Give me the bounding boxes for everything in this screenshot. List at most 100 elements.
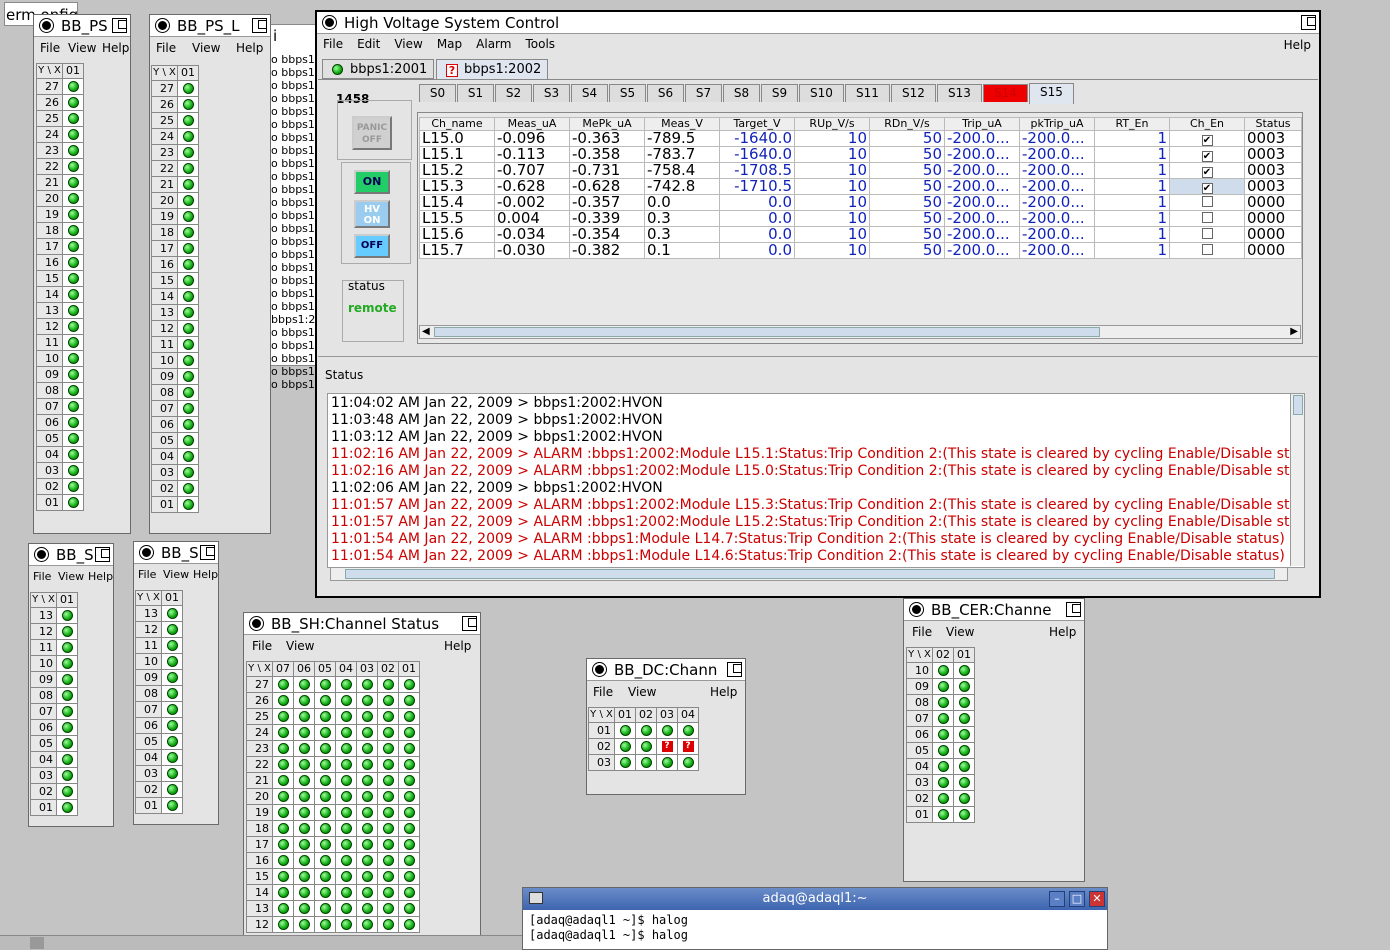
grid-cell[interactable] [293, 836, 315, 853]
status-ok-icon[interactable] [340, 679, 352, 690]
grid-cell[interactable] [335, 756, 357, 773]
grid-cell[interactable] [398, 868, 420, 885]
title-bar[interactable]: BB_CER:Channe [904, 599, 1084, 621]
grid-cell[interactable] [356, 852, 378, 869]
grid-cell[interactable] [677, 754, 699, 771]
grid-cell[interactable] [356, 868, 378, 885]
tab-slot-s10[interactable]: S10 [799, 84, 844, 102]
title-bar[interactable]: BB_PS [34, 15, 130, 37]
status-ok-icon[interactable] [61, 722, 73, 733]
status-ok-icon[interactable] [382, 791, 394, 802]
status-ok-icon[interactable] [937, 713, 949, 724]
menu-view[interactable]: View [628, 685, 656, 699]
cell-target[interactable]: 0.0 [719, 210, 795, 227]
status-ok-icon[interactable] [958, 793, 970, 804]
grid-cell[interactable] [177, 96, 199, 113]
status-ok-icon[interactable] [166, 672, 178, 683]
status-ok-icon[interactable] [166, 800, 178, 811]
channel-enable-checkbox[interactable]: ✔ [1201, 183, 1213, 194]
grid-cell[interactable] [177, 464, 199, 481]
status-ok-icon[interactable] [67, 257, 79, 268]
status-ok-icon[interactable] [61, 610, 73, 621]
status-ok-icon[interactable] [403, 791, 415, 802]
status-ok-icon[interactable] [182, 387, 194, 398]
grid-cell[interactable] [272, 724, 294, 741]
menu-help[interactable]: Help [1284, 38, 1311, 52]
status-ok-icon[interactable] [640, 725, 652, 736]
status-ok-icon[interactable] [937, 729, 949, 740]
scroll-thumb[interactable] [434, 327, 1100, 337]
status-ok-icon[interactable] [319, 807, 331, 818]
status-ok-icon[interactable] [298, 887, 310, 898]
status-ok-icon[interactable] [382, 903, 394, 914]
grid-cell[interactable] [614, 738, 636, 755]
status-ok-icon[interactable] [958, 681, 970, 692]
status-ok-icon[interactable] [319, 839, 331, 850]
cell-rup[interactable]: 10 [794, 210, 870, 227]
grid-cell[interactable] [62, 270, 84, 287]
status-ok-icon[interactable] [61, 690, 73, 701]
status-ok-icon[interactable] [382, 775, 394, 786]
grid-cell[interactable] [293, 740, 315, 757]
column-header[interactable]: MePk_uA [569, 117, 645, 131]
grid-cell[interactable] [62, 206, 84, 223]
status-ok-icon[interactable] [67, 289, 79, 300]
grid-cell[interactable] [56, 639, 78, 656]
grid-cell[interactable] [398, 708, 420, 725]
status-ok-icon[interactable] [182, 499, 194, 510]
status-ok-icon[interactable] [361, 791, 373, 802]
status-ok-icon[interactable] [340, 743, 352, 754]
status-ok-icon[interactable] [67, 129, 79, 140]
status-ok-icon[interactable] [61, 754, 73, 765]
grid-cell[interactable] [335, 884, 357, 901]
grid-cell[interactable] [356, 724, 378, 741]
status-ok-icon[interactable] [382, 727, 394, 738]
status-ok-icon[interactable] [319, 711, 331, 722]
status-ok-icon[interactable] [319, 695, 331, 706]
scroll-thumb[interactable] [1293, 395, 1303, 415]
grid-cell[interactable] [272, 852, 294, 869]
grid-cell[interactable] [953, 806, 975, 823]
status-ok-icon[interactable] [403, 743, 415, 754]
status-ok-icon[interactable] [958, 745, 970, 756]
grid-cell[interactable] [953, 694, 975, 711]
grid-cell[interactable] [161, 781, 183, 798]
status-ok-icon[interactable] [61, 642, 73, 653]
grid-cell[interactable] [356, 916, 378, 933]
status-ok-icon[interactable] [361, 887, 373, 898]
grid-cell[interactable] [293, 900, 315, 917]
tab-crate-2001[interactable]: bbps1:2001 [322, 59, 434, 79]
status-ok-icon[interactable] [67, 433, 79, 444]
status-ok-icon[interactable] [319, 791, 331, 802]
tab-slot-s4[interactable]: S4 [571, 84, 608, 102]
menu-help[interactable]: Help [236, 41, 263, 55]
status-ok-icon[interactable] [937, 793, 949, 804]
grid-cell[interactable] [614, 722, 636, 739]
grid-cell[interactable] [953, 726, 975, 743]
title-bar[interactable]: BB_SH:Channel Status [244, 613, 480, 635]
window-menu-icon[interactable] [593, 663, 606, 676]
status-ok-icon[interactable] [619, 725, 631, 736]
maximize-icon[interactable] [252, 18, 267, 33]
window-menu-icon[interactable] [156, 19, 169, 32]
grid-cell[interactable] [314, 756, 336, 773]
title-bar[interactable]: BB_S [134, 542, 218, 564]
grid-cell[interactable] [177, 480, 199, 497]
grid-cell[interactable] [62, 222, 84, 239]
cell-target[interactable]: -1640.0 [719, 146, 795, 163]
cell-rt[interactable]: 1 [1094, 226, 1170, 243]
grid-cell[interactable] [932, 694, 954, 711]
grid-cell[interactable] [177, 384, 199, 401]
status-ok-icon[interactable] [67, 497, 79, 508]
status-ok-icon[interactable] [182, 243, 194, 254]
grid-cell[interactable] [356, 884, 378, 901]
grid-cell[interactable] [398, 852, 420, 869]
grid-cell[interactable] [177, 400, 199, 417]
grid-cell[interactable] [953, 710, 975, 727]
title-bar[interactable]: BB_PS_L [150, 15, 270, 37]
grid-cell[interactable] [398, 788, 420, 805]
grid-cell[interactable] [62, 254, 84, 271]
cell-rup[interactable]: 10 [794, 130, 870, 147]
status-ok-icon[interactable] [182, 371, 194, 382]
status-ok-icon[interactable] [403, 855, 415, 866]
